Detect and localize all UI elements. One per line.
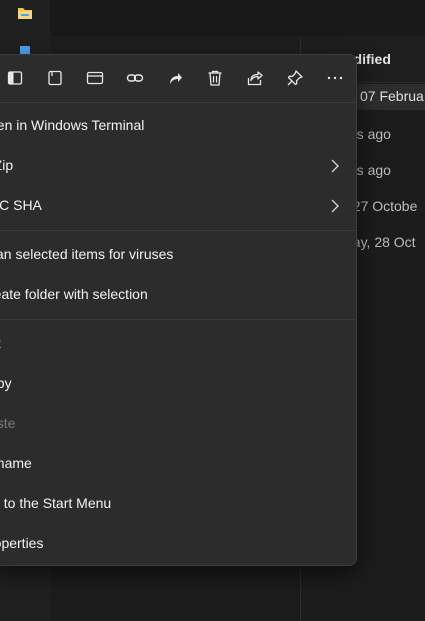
- pin-button[interactable]: [283, 66, 307, 90]
- context-menu-toolbar: [0, 55, 356, 101]
- menu-item-pin-to-start[interactable]: in to the Start Menu: [0, 486, 356, 522]
- copy-icon: [48, 70, 62, 86]
- menu-item-label: pen in Windows Terminal: [0, 117, 145, 133]
- menu-item-label: opy: [0, 375, 12, 391]
- delete-button[interactable]: [203, 66, 227, 90]
- menu-item-open-in-terminal[interactable]: pen in Windows Terminal: [0, 108, 356, 144]
- rename-button[interactable]: [83, 66, 107, 90]
- link-icon: [126, 74, 144, 82]
- menu-item-label: aste: [0, 415, 16, 431]
- folder-icon[interactable]: [17, 5, 33, 21]
- menu-item-label: ename: [0, 455, 32, 471]
- menu-item-scan-viruses[interactable]: can selected items for viruses: [0, 237, 356, 273]
- menu-item-crc-sha[interactable]: RC SHA: [0, 188, 356, 224]
- menu-item-paste: aste: [0, 406, 356, 442]
- share-icon: [247, 71, 263, 86]
- menu-item-label: roperties: [0, 535, 44, 551]
- menu-item-label: in to the Start Menu: [0, 495, 112, 511]
- file-date: 07 Februa: [360, 88, 424, 104]
- copy-button[interactable]: [43, 66, 67, 90]
- menu-separator: [0, 102, 356, 103]
- menu-item-cut[interactable]: ut: [0, 326, 356, 362]
- rename-icon: [86, 71, 104, 85]
- cut-icon: [7, 71, 23, 85]
- menu-item-label: reate folder with selection: [0, 286, 148, 302]
- context-menu: pen in Windows Terminal -Zip RC SHA can …: [0, 54, 357, 566]
- menu-separator: [0, 230, 356, 231]
- cut-button[interactable]: [3, 66, 27, 90]
- pin-icon: [287, 70, 303, 86]
- menu-item-label: can selected items for viruses: [0, 246, 174, 262]
- menu-item-label: -Zip: [0, 157, 14, 173]
- menu-item-copy[interactable]: opy: [0, 366, 356, 402]
- shortcut-icon: [170, 73, 182, 84]
- menu-item-create-folder[interactable]: reate folder with selection: [0, 277, 356, 313]
- chevron-right-icon: [331, 159, 339, 173]
- menu-item-rename[interactable]: ename: [0, 446, 356, 482]
- menu-item-7zip[interactable]: -Zip: [0, 148, 356, 184]
- menu-item-properties[interactable]: roperties: [0, 526, 356, 562]
- menu-item-label: ut: [0, 335, 1, 351]
- chevron-right-icon: [331, 199, 339, 213]
- more-options-button[interactable]: [323, 66, 347, 90]
- shortcut-button[interactable]: [163, 66, 187, 90]
- link-button[interactable]: [123, 66, 147, 90]
- share-button[interactable]: [243, 66, 267, 90]
- menu-item-label: RC SHA: [0, 197, 42, 213]
- delete-icon: [208, 70, 222, 86]
- more-icon: [327, 76, 343, 80]
- menu-separator: [0, 319, 356, 320]
- explorer-top-bar: [50, 0, 425, 36]
